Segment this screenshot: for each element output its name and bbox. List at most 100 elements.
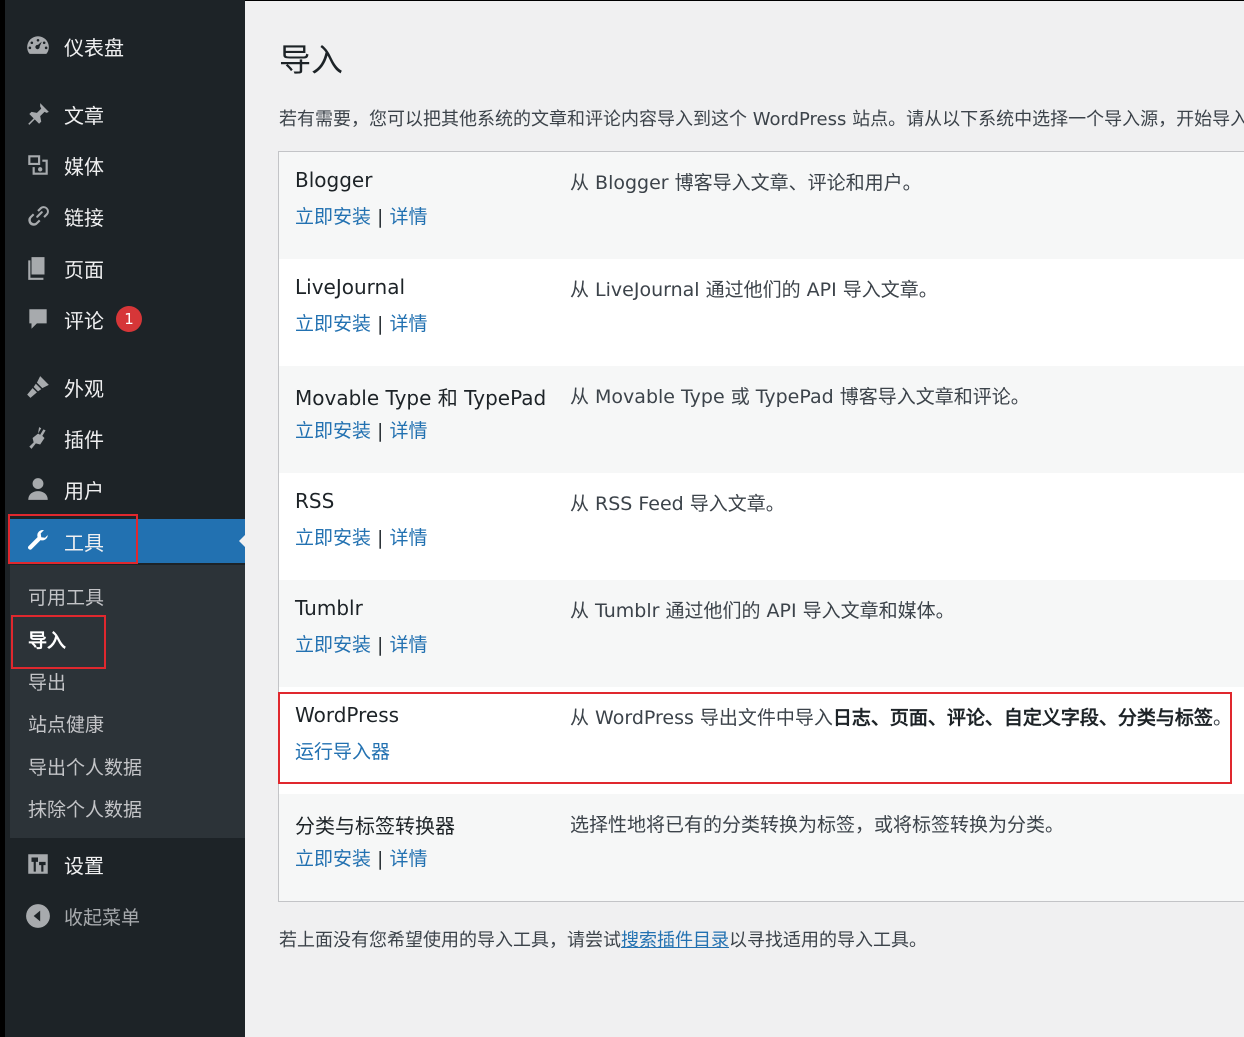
menu-item-links[interactable]: 链接: [10, 194, 250, 238]
importer-row: Blogger 立即安装 | 详情 从 Blogger 博客导入文章、评论和用户…: [279, 152, 1244, 259]
importer-description: 从 RSS Feed 导入文章。: [570, 493, 785, 515]
importer-name: LiveJournal: [295, 275, 406, 299]
page-title: 导入: [279, 41, 344, 79]
dashboard-icon: [24, 32, 52, 60]
menu-label: 文章: [64, 103, 104, 128]
menu-item-dashboard[interactable]: 仪表盘: [10, 24, 250, 68]
footer-note: 若上面没有您希望使用的导入工具，请尝试搜索插件目录以寻找适用的导入工具。: [279, 926, 927, 952]
comment-count-badge: 1: [116, 306, 142, 332]
menu-label: 链接: [64, 205, 104, 230]
menu-item-pages[interactable]: 页面: [10, 246, 250, 290]
importer-name: 分类与标签转换器: [295, 814, 455, 838]
menu-item-appearance[interactable]: 外观: [10, 365, 250, 409]
details-link[interactable]: 详情: [390, 206, 428, 228]
menu-item-tools[interactable]: 工具: [10, 519, 250, 563]
menu-item-media[interactable]: 媒体: [10, 143, 250, 187]
install-now-link[interactable]: 立即安装: [295, 420, 371, 442]
importer-row-wordpress: WordPress 运行导入器 从 WordPress 导出文件中导入日志、页面…: [279, 687, 1244, 794]
importer-actions: 立即安装 | 详情: [295, 202, 428, 229]
wrench-icon: [24, 527, 52, 555]
menu-label: 仪表盘: [64, 35, 124, 60]
importer-description: 从 Movable Type 或 TypePad 博客导入文章和评论。: [570, 386, 1030, 408]
desc-suffix: 。: [1212, 707, 1232, 729]
menu-item-comments[interactable]: 评论 1: [10, 297, 250, 341]
importer-actions: 运行导入器: [295, 737, 390, 764]
importer-actions: 立即安装 | 详情: [295, 309, 428, 336]
importers-table: Blogger 立即安装 | 详情 从 Blogger 博客导入文章、评论和用户…: [278, 151, 1244, 902]
importer-row: Movable Type 和 TypePad 立即安装 | 详情 从 Movab…: [279, 366, 1244, 473]
brush-icon: [24, 373, 52, 401]
submenu-site-health[interactable]: 站点健康: [28, 710, 104, 737]
action-separator: |: [371, 313, 390, 335]
menu-label: 评论: [64, 308, 104, 333]
collapse-menu-button[interactable]: 收起菜单: [10, 894, 250, 938]
details-link[interactable]: 详情: [390, 313, 428, 335]
tools-submenu: 可用工具 导入 导出 站点健康 导出个人数据 抹除个人数据: [10, 565, 250, 838]
importer-name: WordPress: [295, 703, 400, 727]
footer-suffix: 以寻找适用的导入工具。: [729, 930, 927, 951]
menu-label: 页面: [64, 257, 104, 282]
action-separator: |: [371, 206, 390, 228]
submenu-export-personal-data[interactable]: 导出个人数据: [28, 753, 142, 780]
importer-name: Movable Type 和 TypePad: [295, 386, 547, 410]
desc-bold: 日志、页面、评论、自定义字段、分类与标签: [832, 707, 1213, 729]
menu-label: 工具: [64, 530, 104, 555]
action-separator: |: [371, 420, 390, 442]
menu-label: 收起菜单: [64, 906, 141, 929]
menu-item-posts[interactable]: 文章: [10, 92, 250, 136]
install-now-link[interactable]: 立即安装: [295, 848, 371, 870]
run-importer-link[interactable]: 运行导入器: [295, 741, 390, 763]
menu-label: 用户: [64, 478, 104, 503]
footer-prefix: 若上面没有您希望使用的导入工具，请尝试: [279, 930, 621, 951]
importer-row: Tumblr 立即安装 | 详情 从 Tumblr 通过他们的 API 导入文章…: [279, 580, 1244, 687]
submenu-export[interactable]: 导出: [28, 668, 66, 695]
details-link[interactable]: 详情: [390, 848, 428, 870]
importer-description: 从 Tumblr 通过他们的 API 导入文章和媒体。: [570, 600, 955, 622]
menu-item-users[interactable]: 用户: [10, 467, 250, 511]
plugin-icon: [24, 424, 52, 452]
importer-description: 从 WordPress 导出文件中导入日志、页面、评论、自定义字段、分类与标签。: [570, 703, 1232, 730]
details-link[interactable]: 详情: [390, 634, 428, 656]
menu-item-plugins[interactable]: 插件: [10, 416, 250, 460]
action-separator: |: [371, 848, 390, 870]
action-separator: |: [371, 634, 390, 656]
media-icon: [24, 151, 52, 179]
submenu-available-tools[interactable]: 可用工具: [28, 583, 104, 610]
importer-description: 从 LiveJournal 通过他们的 API 导入文章。: [570, 279, 938, 301]
details-link[interactable]: 详情: [390, 527, 428, 549]
menu-label: 插件: [64, 427, 104, 452]
importer-actions: 立即安装 | 详情: [295, 416, 428, 443]
comment-icon: [24, 305, 52, 333]
action-separator: |: [371, 527, 390, 549]
install-now-link[interactable]: 立即安装: [295, 527, 371, 549]
details-link[interactable]: 详情: [390, 420, 428, 442]
importer-description: 从 Blogger 博客导入文章、评论和用户。: [570, 172, 922, 194]
search-plugin-directory-link[interactable]: 搜索插件目录: [621, 930, 729, 951]
importer-actions: 立即安装 | 详情: [295, 630, 428, 657]
link-icon: [24, 202, 52, 230]
importer-name: Tumblr: [295, 596, 363, 620]
page-icon: [24, 254, 52, 282]
importer-name: RSS: [295, 489, 335, 513]
intro-text: 若有需要，您可以把其他系统的文章和评论内容导入到这个 WordPress 站点。…: [279, 109, 1244, 130]
importer-actions: 立即安装 | 详情: [295, 523, 428, 550]
collapse-arrow-icon: [24, 902, 52, 930]
pin-icon: [24, 100, 52, 128]
menu-label: 设置: [64, 853, 104, 878]
install-now-link[interactable]: 立即安装: [295, 634, 371, 656]
importer-actions: 立即安装 | 详情: [295, 844, 428, 871]
install-now-link[interactable]: 立即安装: [295, 313, 371, 335]
submenu-erase-personal-data[interactable]: 抹除个人数据: [28, 795, 142, 822]
importer-row: RSS 立即安装 | 详情 从 RSS Feed 导入文章。: [279, 473, 1244, 580]
submenu-import[interactable]: 导入: [28, 626, 66, 653]
main-content: 导入 若有需要，您可以把其他系统的文章和评论内容导入到这个 WordPress …: [245, 0, 1244, 1037]
importer-row: 分类与标签转换器 立即安装 | 详情 选择性地将已有的分类转换为标签，或将标签转…: [279, 794, 1244, 901]
importer-description: 选择性地将已有的分类转换为标签，或将标签转换为分类。: [570, 814, 1065, 836]
importer-row: LiveJournal 立即安装 | 详情 从 LiveJournal 通过他们…: [279, 259, 1244, 366]
menu-label: 媒体: [64, 154, 104, 179]
desc-prefix: 从 WordPress 导出文件中导入: [570, 707, 833, 729]
user-icon: [24, 475, 52, 503]
menu-label: 外观: [64, 376, 104, 401]
menu-item-settings[interactable]: 设置: [10, 842, 250, 886]
install-now-link[interactable]: 立即安装: [295, 206, 371, 228]
